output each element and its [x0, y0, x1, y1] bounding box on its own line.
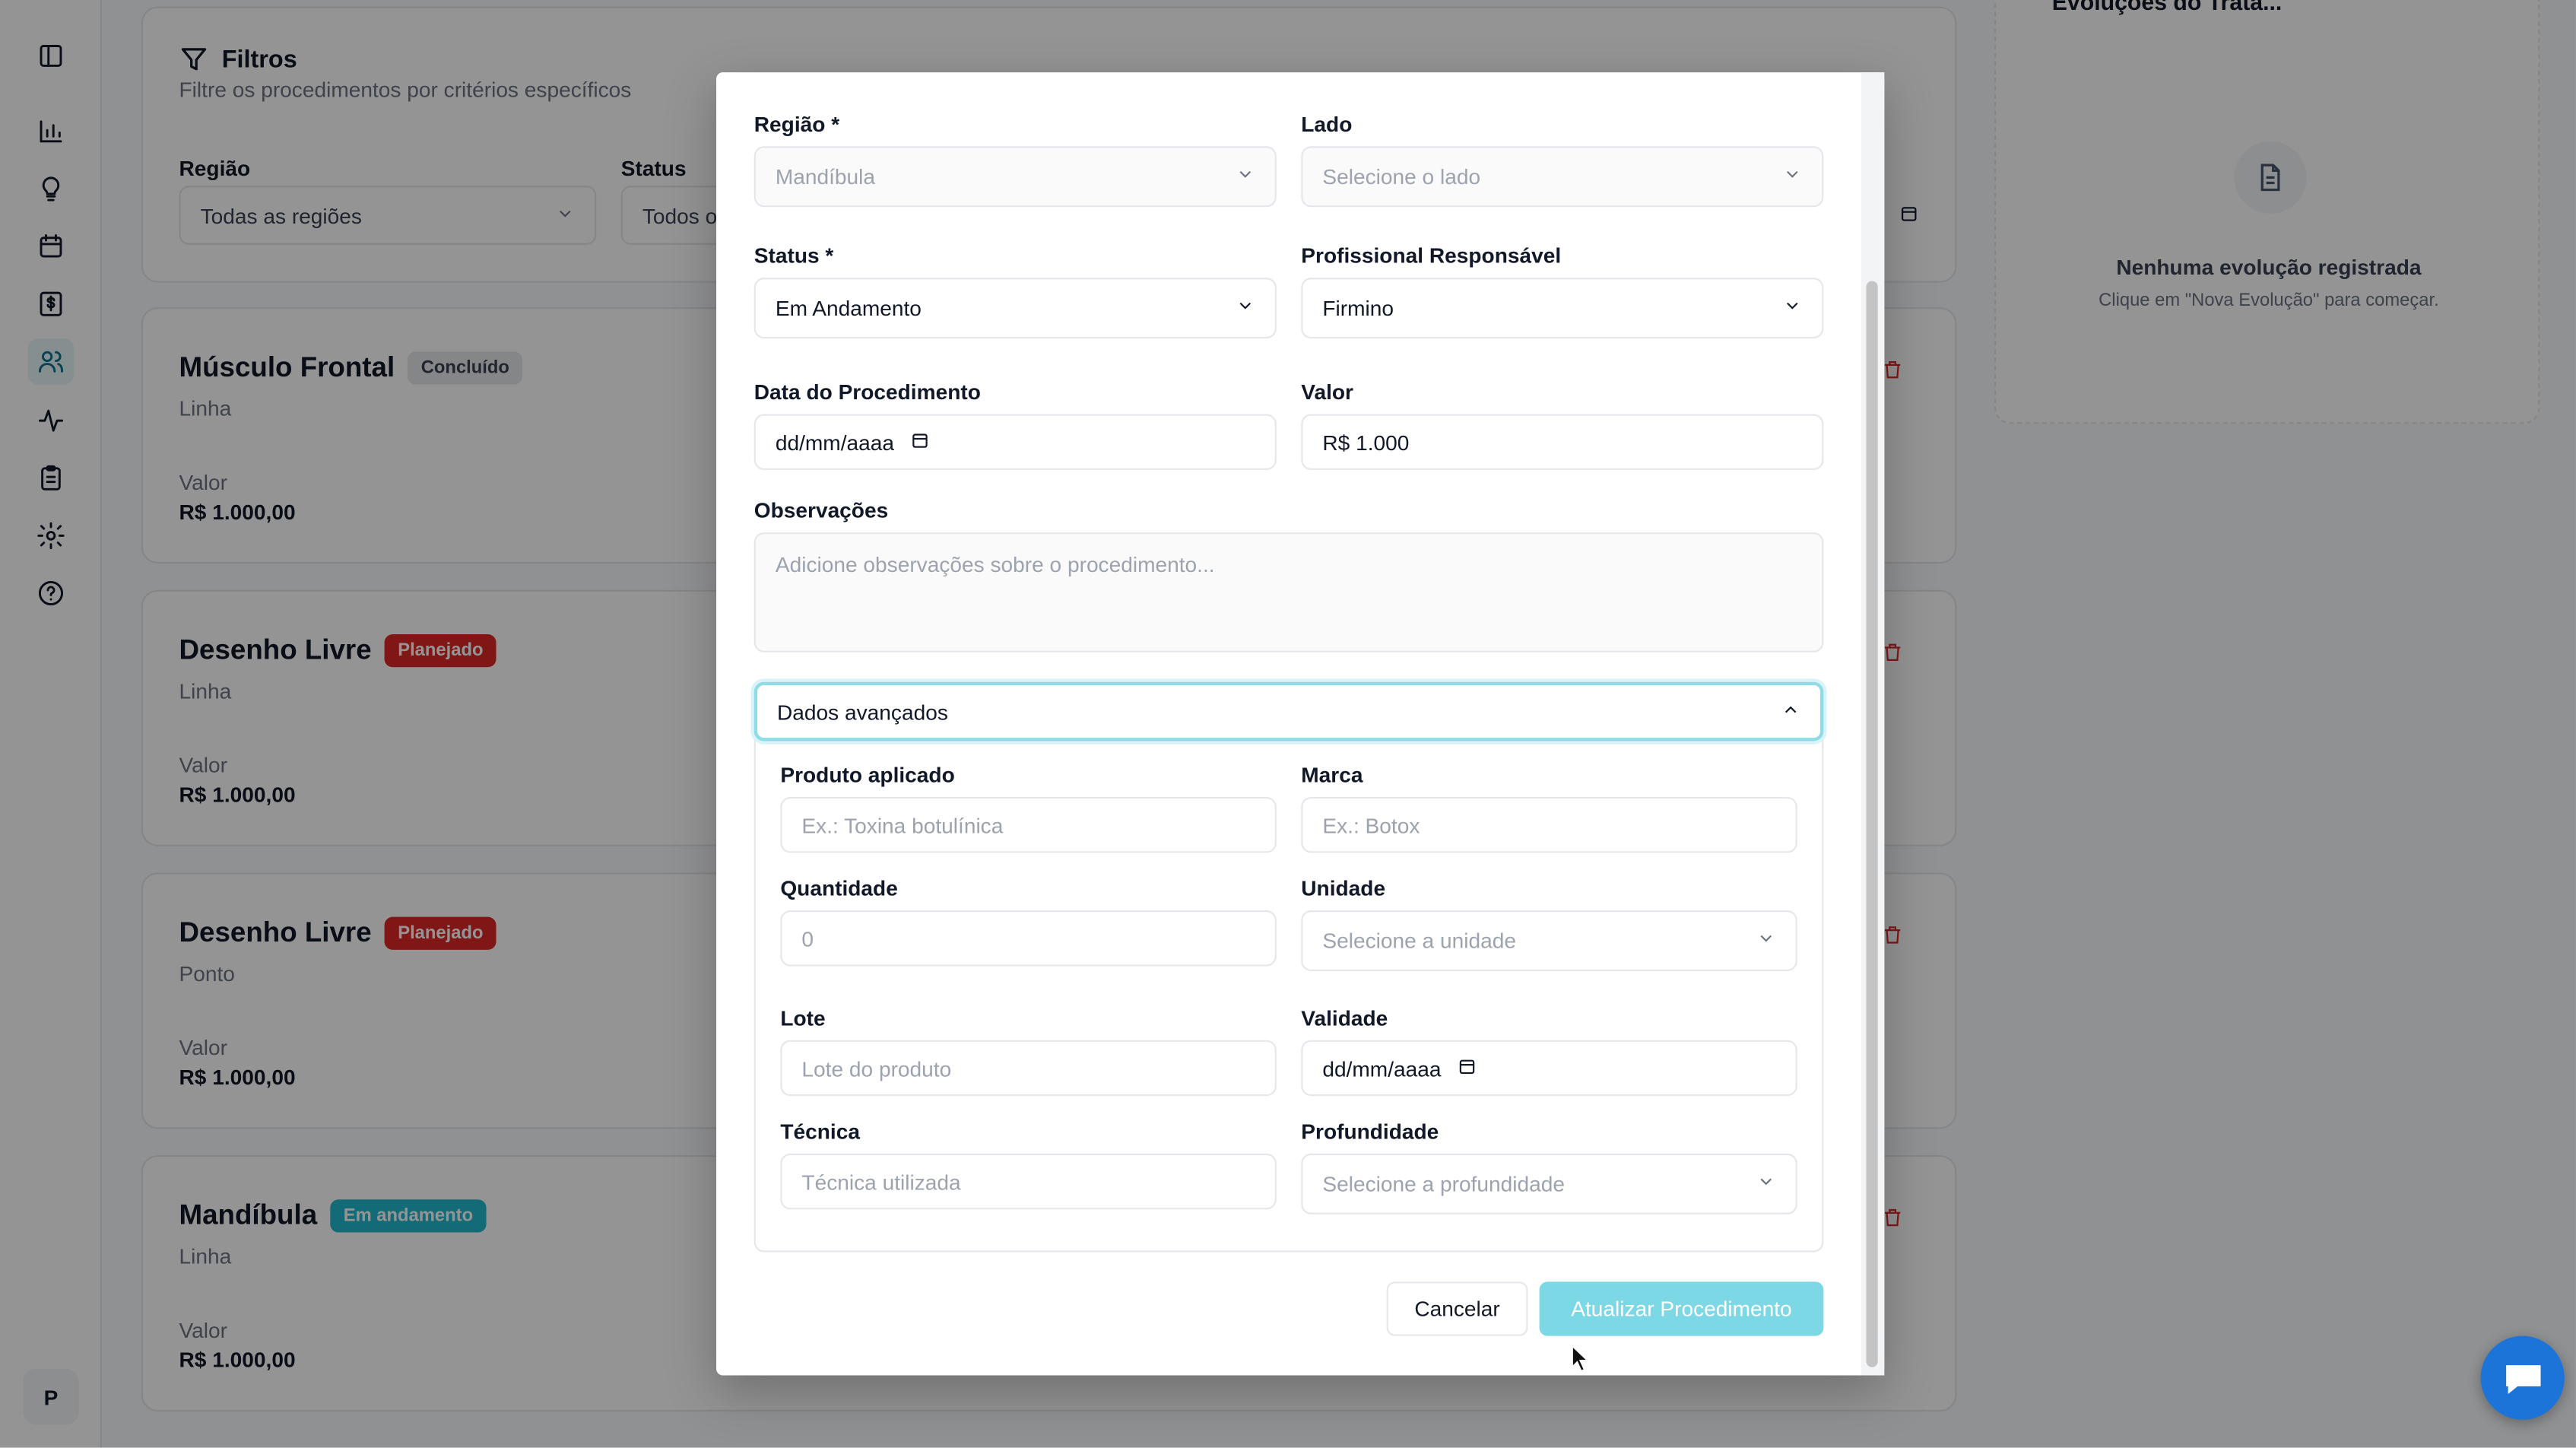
chevron-down-icon [1236, 164, 1255, 189]
brand-label: Marca [1301, 762, 1363, 787]
unit-select[interactable]: Selecione a unidade [1301, 910, 1797, 971]
professional-label: Profissional Responsável [1301, 243, 1562, 268]
quantity-label: Quantidade [780, 875, 898, 901]
chat-button[interactable] [2480, 1335, 2565, 1420]
chat-icon [2505, 1364, 2540, 1393]
region-label: Região * [753, 111, 840, 137]
edit-procedure-modal: Região * Mandíbula Lado Selecione o lado… [716, 72, 1885, 1376]
professional-select[interactable]: Firmino [1301, 278, 1824, 339]
quantity-input[interactable]: 0 [780, 910, 1277, 967]
advanced-toggle[interactable]: Dados avançados [753, 681, 1824, 741]
product-input[interactable]: Ex.: Toxina botulínica [780, 796, 1277, 853]
modal-scrollbar-thumb[interactable] [1866, 281, 1878, 1367]
status-label: Status * [753, 243, 834, 268]
chevron-down-icon [1236, 296, 1255, 320]
chevron-down-icon [1782, 296, 1802, 320]
technique-label: Técnica [780, 1119, 860, 1144]
side-select[interactable]: Selecione o lado [1301, 146, 1824, 208]
region-select[interactable]: Mandíbula [753, 146, 1277, 208]
validity-label: Validade [1301, 1005, 1388, 1030]
mouse-cursor-icon [1571, 1344, 1591, 1373]
calendar-icon[interactable] [911, 430, 931, 454]
depth-label: Profundidade [1301, 1119, 1439, 1144]
calendar-icon[interactable] [1458, 1056, 1477, 1080]
chevron-down-icon [1756, 1172, 1776, 1196]
status-select[interactable]: Em Andamento [753, 278, 1277, 339]
technique-input[interactable]: Técnica utilizada [780, 1153, 1277, 1210]
notes-label: Observações [753, 497, 889, 523]
value-input[interactable]: R$ 1.000 [1301, 414, 1824, 470]
update-procedure-button[interactable]: Atualizar Procedimento [1539, 1281, 1824, 1336]
notes-textarea[interactable]: Adicione observações sobre o procediment… [753, 532, 1824, 653]
procedure-date-input[interactable]: dd/mm/aaaa [753, 414, 1277, 470]
chevron-down-icon [1756, 929, 1776, 953]
side-label: Lado [1301, 111, 1353, 137]
date-label: Data do Procedimento [753, 379, 981, 405]
batch-label: Lote [780, 1005, 826, 1030]
chevron-down-icon [1782, 164, 1802, 189]
value-label: Valor [1301, 379, 1353, 405]
unit-label: Unidade [1301, 875, 1386, 901]
cancel-button[interactable]: Cancelar [1386, 1281, 1528, 1336]
validity-date-input[interactable]: dd/mm/aaaa [1301, 1040, 1797, 1097]
batch-input[interactable]: Lote do produto [780, 1040, 1277, 1097]
product-label: Produto aplicado [780, 762, 955, 787]
depth-select[interactable]: Selecione a profundidade [1301, 1153, 1797, 1215]
chevron-up-icon [1781, 699, 1800, 723]
brand-input[interactable]: Ex.: Botox [1301, 796, 1797, 853]
